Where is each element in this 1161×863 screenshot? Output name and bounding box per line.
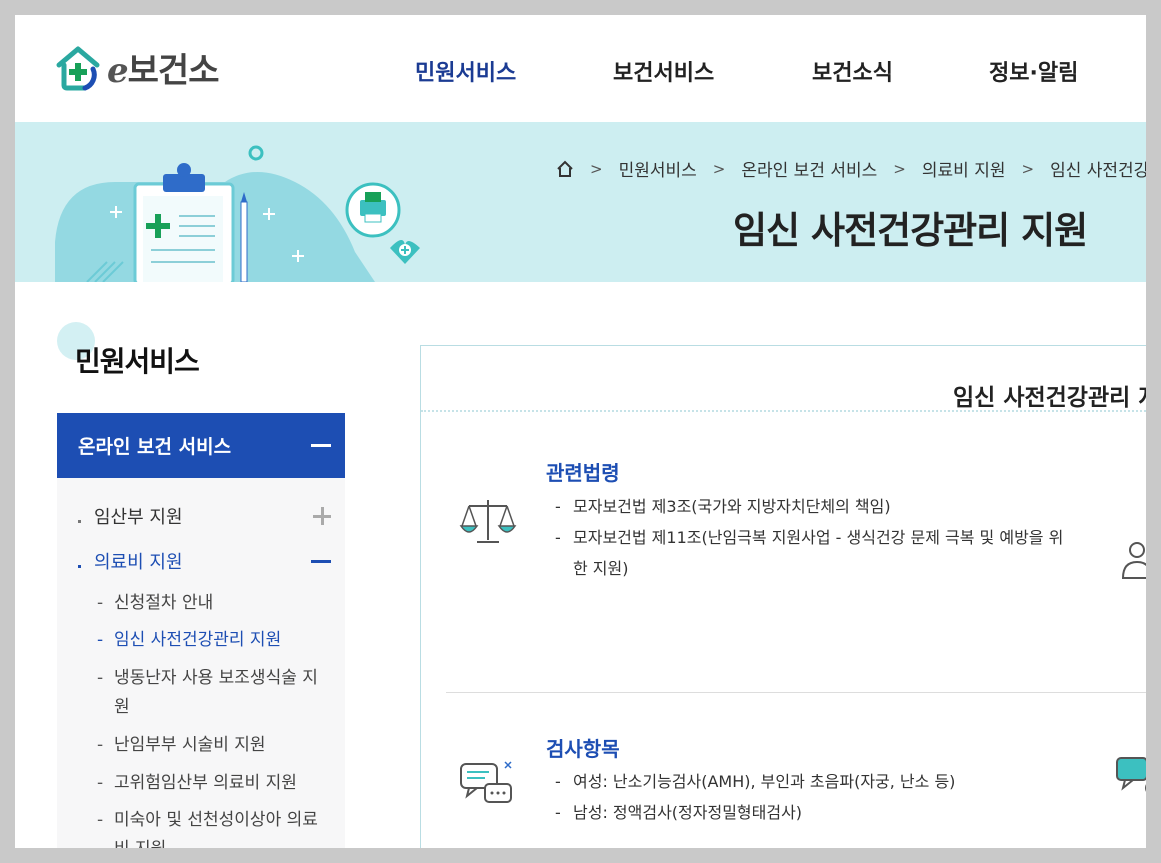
- page: e보건소 민원서비스 보건서비스 보건소식 정보·알림 > 민원서비스 > 온라…: [15, 15, 1146, 848]
- chevron-right-icon: >: [893, 159, 906, 178]
- house-plus-icon: [56, 46, 100, 90]
- sidebar-section-label: 온라인 보건 서비스: [78, 436, 232, 458]
- chevron-right-icon: >: [590, 159, 603, 178]
- sidebar-item-label: 의료비 지원: [78, 548, 183, 574]
- submenu-item-infertility[interactable]: 난임부부 시술비 지원: [97, 731, 333, 760]
- logo-wordmark: e보건소: [107, 51, 219, 91]
- nav-item-minwon[interactable]: 민원서비스: [415, 55, 516, 87]
- nav-item-health-news[interactable]: 보건소식: [812, 55, 893, 87]
- content-title: 임신 사전건강관리 지원: [953, 385, 1146, 411]
- list-item: 모자보건법 제11조(난임극복 지원사업 - 생식건강 문제 극복 및 예방을 …: [553, 522, 1073, 584]
- nav-item-info[interactable]: 정보·알림: [989, 55, 1078, 87]
- bullet-dot: [78, 520, 81, 523]
- sidebar-title: 민원서비스: [75, 345, 200, 378]
- law-list: 모자보건법 제3조(국가와 지방자치단체의 책임) 모자보건법 제11조(난임극…: [553, 491, 1073, 584]
- nav-item-health-service[interactable]: 보건서비스: [613, 55, 714, 87]
- breadcrumb-item-minwon[interactable]: 민원서비스: [619, 156, 697, 181]
- sidebar-item-medical[interactable]: 의료비 지원: [57, 548, 345, 574]
- breadcrumb-item-current[interactable]: 임신 사전건강관리 지원: [1050, 156, 1146, 181]
- clipboard-illustration: [55, 145, 420, 282]
- section-divider: [446, 692, 1146, 693]
- chevron-right-icon: >: [1021, 159, 1035, 178]
- submenu-item-frozen-egg[interactable]: 냉동난자 사용 보조생식술 지원: [97, 664, 333, 722]
- sidebar-item-pregnant[interactable]: 임산부 지원: [57, 503, 345, 529]
- submenu-item-premature[interactable]: 미숙아 및 선천성이상아 의료비 지원: [97, 806, 333, 848]
- expand-icon[interactable]: [313, 507, 331, 525]
- list-item: 여성: 난소기능검사(AMH), 부인과 초음파(자궁, 난소 등): [553, 766, 1073, 797]
- dotted-divider: [421, 410, 1146, 412]
- sidebar-menu: 온라인 보건 서비스 임산부 지원 의료비 지원 신청절차 안내 임신 사전건강…: [57, 413, 345, 848]
- breadcrumb: > 민원서비스 > 온라인 보건 서비스 > 의료비 지원 > 임신 사전건강관…: [556, 156, 1146, 181]
- breadcrumb-item-medical[interactable]: 의료비 지원: [922, 156, 1006, 181]
- site-logo[interactable]: e보건소: [55, 43, 219, 92]
- consultation-icon: [1116, 757, 1146, 792]
- section-title-tests: 검사항목: [546, 737, 620, 761]
- submenu-item-procedure[interactable]: 신청절차 안내: [97, 589, 333, 618]
- home-icon[interactable]: [556, 160, 574, 178]
- scale-icon: [459, 500, 517, 543]
- content-panel: 임신 사전건강관리 지원 관련법령 모자보건법 제3조(국가와 지방자치단체의 …: [420, 345, 1146, 848]
- chevron-right-icon: >: [712, 159, 726, 178]
- tests-list: 여성: 난소기능검사(AMH), 부인과 초음파(자궁, 난소 등) 남성: 정…: [553, 766, 1073, 828]
- sidebar-item-label: 임산부 지원: [78, 503, 183, 529]
- collapse-icon[interactable]: [311, 444, 331, 447]
- bullet-dot: [78, 565, 81, 568]
- breadcrumb-item-online[interactable]: 온라인 보건 서비스: [741, 156, 877, 181]
- submenu-item-high-risk[interactable]: 고위험임산부 의료비 지원: [97, 769, 333, 798]
- sidebar-section-online[interactable]: 온라인 보건 서비스: [57, 413, 345, 478]
- submenu-item-pregnancy-health[interactable]: 임신 사전건강관리 지원: [97, 626, 333, 655]
- page-title: 임신 사전건강관리 지원: [733, 209, 1088, 252]
- collapse-icon[interactable]: [311, 559, 331, 563]
- list-item: 모자보건법 제3조(국가와 지방자치단체의 책임): [553, 491, 1073, 522]
- sub-visual-banner: > 민원서비스 > 온라인 보건 서비스 > 의료비 지원 > 임신 사전건강관…: [15, 122, 1146, 282]
- counselor-icon: [1121, 542, 1146, 579]
- section-title-law: 관련법령: [546, 461, 620, 485]
- chat-bubbles-icon: [460, 761, 512, 803]
- list-item: 남성: 정액검사(정자정밀형태검사): [553, 797, 1073, 828]
